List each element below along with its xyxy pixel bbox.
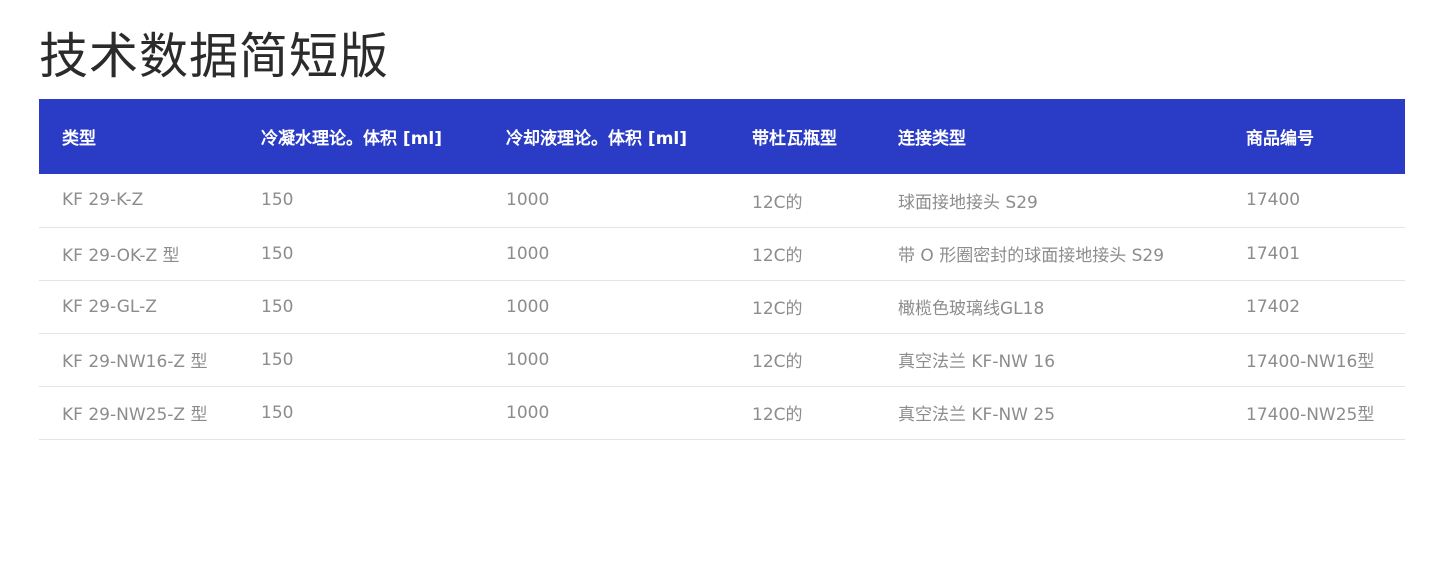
header-article-number: 商品编号 — [1246, 129, 1314, 149]
cell-dewar-type: 12C的 — [752, 192, 803, 213]
cell-connection-type: 真空法兰 KF-NW 16 — [898, 352, 1056, 372]
cell-condensate-volume: 150 — [261, 190, 294, 211]
table-row: KF 29-GL-Z 150 1000 12C的 橄榄色玻璃线GL18 1740… — [39, 280, 1405, 333]
table-header: 类型 冷凝水理论。体积 [ml] 冷却液理论。体积 [ml] 带杜瓦瓶型 连接类… — [39, 99, 1405, 174]
cell-condensate-volume: 150 — [261, 296, 294, 317]
cell-connection-type: 球面接地接头 S29 — [898, 192, 1038, 213]
table-row: KF 29-K-Z 150 1000 12C的 球面接地接头 S29 17400 — [39, 174, 1405, 227]
cell-type: KF 29-OK-Z 型 — [62, 246, 180, 266]
cell-dewar-type: 12C的 — [752, 352, 803, 372]
cell-coolant-volume: 1000 — [506, 190, 550, 211]
cell-coolant-volume: 1000 — [506, 243, 550, 264]
cell-condensate-volume: 150 — [261, 243, 294, 264]
page-title: 技术数据简短版 — [39, 28, 390, 85]
cell-condensate-volume: 150 — [261, 349, 294, 370]
cell-coolant-volume: 1000 — [506, 296, 550, 317]
header-connection-type: 连接类型 — [898, 129, 966, 149]
cell-dewar-type: 12C的 — [752, 405, 803, 425]
page: 技术数据简短版 类型 冷凝水理论。体积 [ml] 冷却液理论。体积 [ml] 带… — [0, 0, 1449, 561]
table-row: KF 29-OK-Z 型 150 1000 12C的 带 O 形圈密封的球面接地… — [39, 227, 1405, 280]
cell-article-number: 17401 — [1246, 243, 1301, 264]
cell-condensate-volume: 150 — [261, 402, 294, 423]
cell-type: KF 29-GL-Z — [62, 296, 157, 317]
cell-article-number: 17402 — [1246, 296, 1301, 317]
header-coolant-volume: 冷却液理论。体积 [ml] — [506, 129, 687, 149]
cell-type: KF 29-NW25-Z 型 — [62, 405, 208, 425]
table-body: KF 29-K-Z 150 1000 12C的 球面接地接头 S29 17400… — [39, 174, 1405, 439]
cell-article-number: 17400 — [1246, 190, 1301, 211]
cell-dewar-type: 12C的 — [752, 246, 803, 266]
cell-coolant-volume: 1000 — [506, 349, 550, 370]
header-type: 类型 — [62, 129, 96, 149]
technical-data-table: 类型 冷凝水理论。体积 [ml] 冷却液理论。体积 [ml] 带杜瓦瓶型 连接类… — [39, 99, 1405, 440]
cell-article-number: 17400-NW25型 — [1246, 405, 1375, 425]
cell-connection-type: 带 O 形圈密封的球面接地接头 S29 — [898, 246, 1165, 266]
table-row: KF 29-NW25-Z 型 150 1000 12C的 真空法兰 KF-NW … — [39, 386, 1405, 439]
header-condensate-volume: 冷凝水理论。体积 [ml] — [261, 129, 442, 149]
header-dewar-type: 带杜瓦瓶型 — [752, 129, 837, 149]
cell-article-number: 17400-NW16型 — [1246, 352, 1375, 372]
cell-type: KF 29-K-Z — [62, 190, 144, 211]
cell-coolant-volume: 1000 — [506, 402, 550, 423]
cell-type: KF 29-NW16-Z 型 — [62, 352, 208, 372]
table-row: KF 29-NW16-Z 型 150 1000 12C的 真空法兰 KF-NW … — [39, 333, 1405, 386]
cell-dewar-type: 12C的 — [752, 299, 803, 319]
cell-connection-type: 真空法兰 KF-NW 25 — [898, 405, 1056, 425]
table-header-row: 类型 冷凝水理论。体积 [ml] 冷却液理论。体积 [ml] 带杜瓦瓶型 连接类… — [39, 99, 1405, 174]
cell-connection-type: 橄榄色玻璃线GL18 — [898, 299, 1045, 319]
